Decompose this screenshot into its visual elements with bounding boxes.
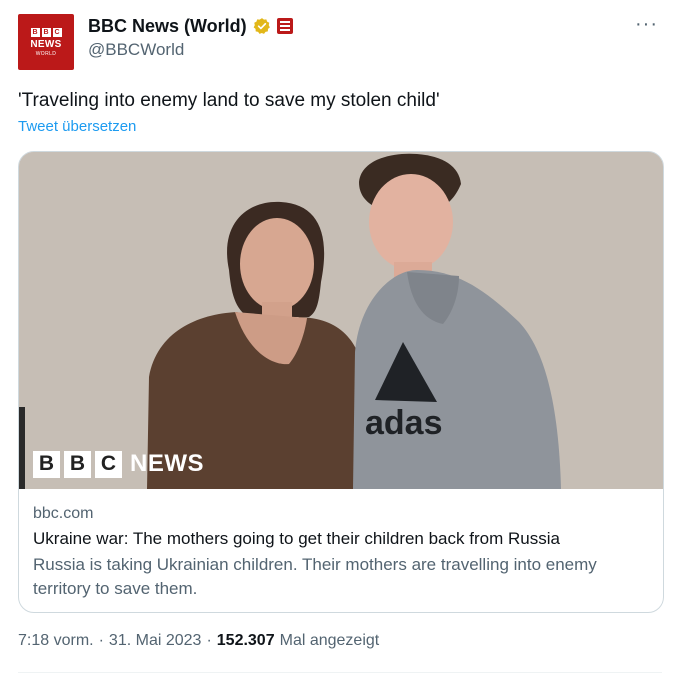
card-title[interactable]: Ukraine war: The mothers going to get th… [33,527,649,551]
link-card[interactable]: adas B B C NEWS bbc.com Ukraine war: The… [18,151,664,613]
meta-separator: · [98,632,104,649]
verified-badge-icon[interactable] [253,17,271,35]
avatar-bbc-letters: B B C [30,27,62,37]
logo-letter: C [95,450,122,478]
views-count: 152.307 [216,632,275,649]
avatar-world-word: WORLD [35,50,57,57]
tweet: B B C NEWS WORLD BBC News (World) @BBCWo… [0,0,680,681]
logo-news-word: NEWS [130,450,204,477]
avatar[interactable]: B B C NEWS WORLD [18,14,74,70]
svg-text:adas: adas [365,404,443,442]
card-body: bbc.com Ukraine war: The mothers going t… [19,489,663,601]
views-label: Mal angezeigt [279,632,380,649]
avatar-letter: B [30,27,40,37]
display-name[interactable]: BBC News (World) [88,16,247,37]
translate-link[interactable]: Tweet übersetzen [18,118,136,135]
affiliate-badge-icon[interactable] [276,18,293,34]
card-description: Russia is taking Ukrainian children. The… [33,555,597,598]
tweet-text: 'Traveling into enemy land to save my st… [18,90,440,111]
tweet-meta: 7:18 vorm. · 31. Mai 2023 · 152.307 Mal … [18,632,379,650]
meta-separator: · [206,632,212,649]
avatar-letter: B [41,27,51,37]
card-domain: bbc.com [33,505,94,522]
logo-letter: B [33,450,60,478]
tweet-date[interactable]: 31. Mai 2023 [109,632,202,650]
handle[interactable]: @BBCWorld [88,40,184,60]
name-row: BBC News (World) [88,14,293,38]
tweet-time[interactable]: 7:18 vorm. [18,632,94,650]
divider [18,672,662,673]
bbc-news-logo: B B C NEWS [33,450,204,478]
logo-letter: B [64,450,91,478]
more-icon[interactable]: ··· [635,14,658,34]
avatar-letter: C [52,27,62,37]
card-image[interactable]: adas B B C NEWS [19,152,663,489]
avatar-news-word: NEWS [30,38,62,50]
